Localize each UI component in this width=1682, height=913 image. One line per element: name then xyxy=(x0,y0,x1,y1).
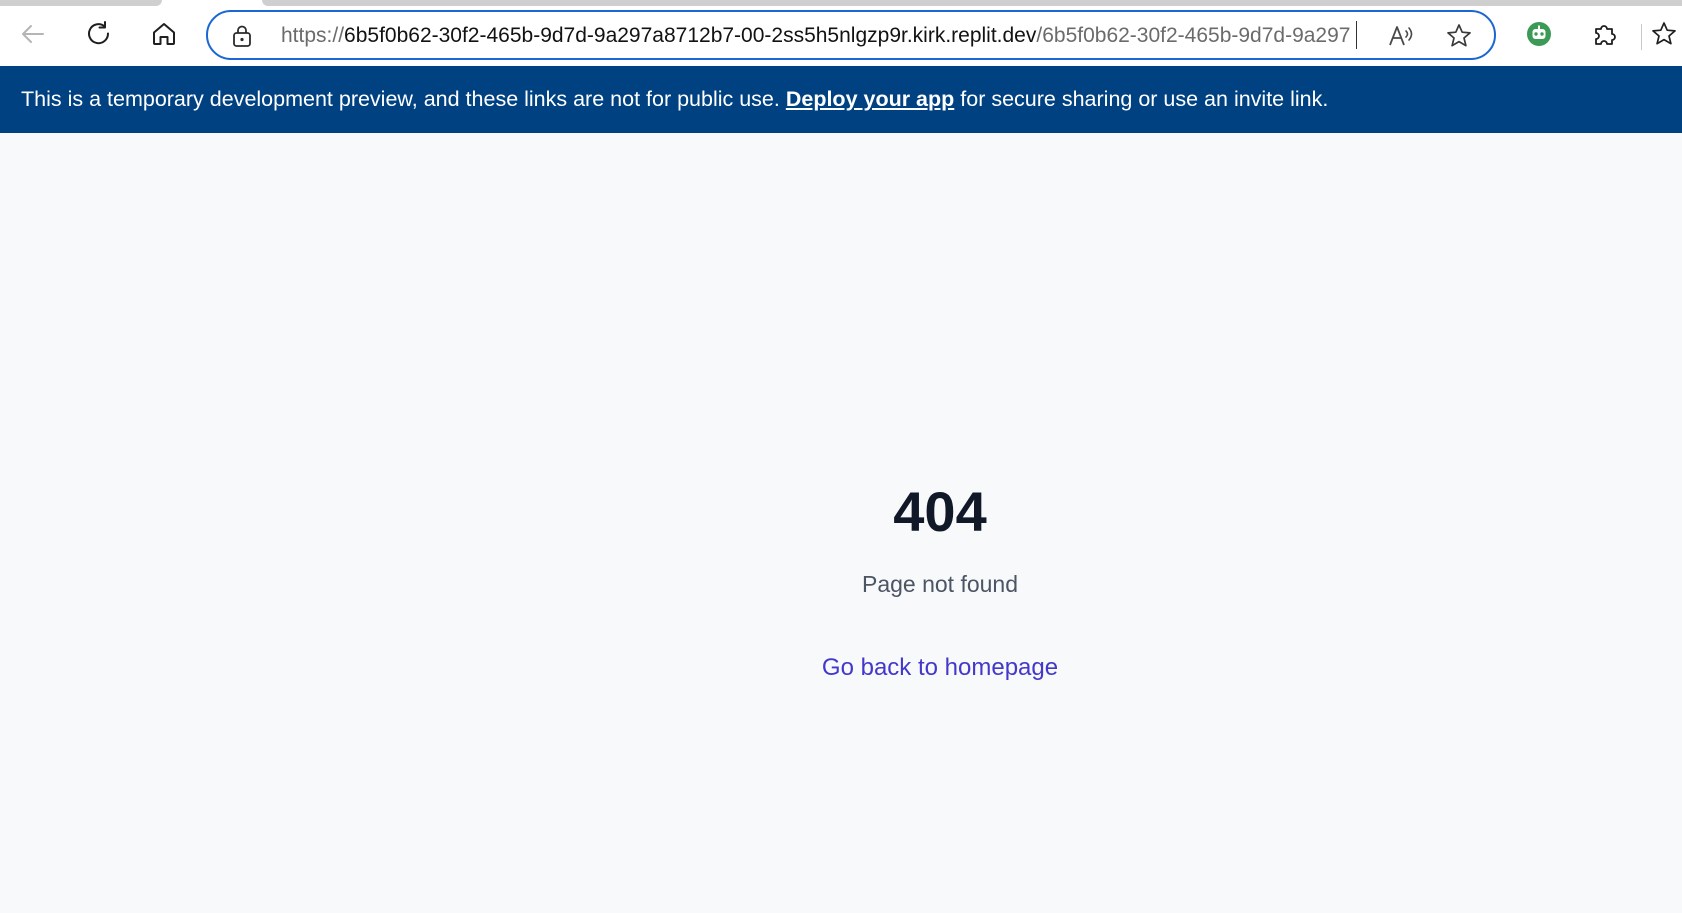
extension-icon xyxy=(1527,22,1551,46)
favorites-button[interactable] xyxy=(1651,12,1682,56)
favorite-star-icon[interactable] xyxy=(1443,20,1475,52)
url-text[interactable]: https://6b5f0b62-30f2-465b-9d7d-9a297a87… xyxy=(281,24,1371,48)
extensions-menu-button[interactable] xyxy=(1583,12,1627,56)
url-host: 6b5f0b62-30f2-465b-9d7d-9a297a8712b7-00-… xyxy=(344,24,1037,47)
lock-icon[interactable] xyxy=(230,24,254,48)
banner-text-before: This is a temporary development preview,… xyxy=(21,87,786,111)
page-content: 404 Page not found Go back to homepage xyxy=(0,133,1682,913)
browser-toolbar: https://6b5f0b62-30f2-465b-9d7d-9a297a87… xyxy=(0,6,1682,66)
deploy-app-link[interactable]: Deploy your app xyxy=(786,87,954,111)
back-arrow-icon xyxy=(22,25,44,43)
text-caret xyxy=(1356,21,1357,49)
back-button[interactable] xyxy=(11,12,55,56)
puzzle-icon xyxy=(1595,25,1616,45)
error-code: 404 xyxy=(893,480,987,543)
reload-button[interactable] xyxy=(77,12,121,56)
dev-preview-banner: This is a temporary development preview,… xyxy=(0,66,1682,133)
home-link-row: Go back to homepage xyxy=(0,653,1682,683)
favorites-star-icon xyxy=(1652,22,1676,45)
extension-button[interactable] xyxy=(1517,12,1561,56)
go-home-link[interactable]: Go back to homepage xyxy=(822,654,1058,681)
home-button[interactable] xyxy=(142,12,186,56)
banner-text-after: for secure sharing or use an invite link… xyxy=(954,87,1329,111)
url-scheme: https:// xyxy=(281,24,345,47)
read-aloud-icon[interactable] xyxy=(1386,20,1418,52)
error-message: Page not found xyxy=(861,571,1019,597)
address-bar[interactable]: https://6b5f0b62-30f2-465b-9d7d-9a297a87… xyxy=(206,10,1496,60)
home-icon xyxy=(153,23,175,45)
url-path: /6b5f0b62-30f2-465b-9d7d-9a297 xyxy=(1036,24,1351,47)
reload-icon xyxy=(88,21,110,45)
toolbar-divider xyxy=(1641,24,1642,50)
